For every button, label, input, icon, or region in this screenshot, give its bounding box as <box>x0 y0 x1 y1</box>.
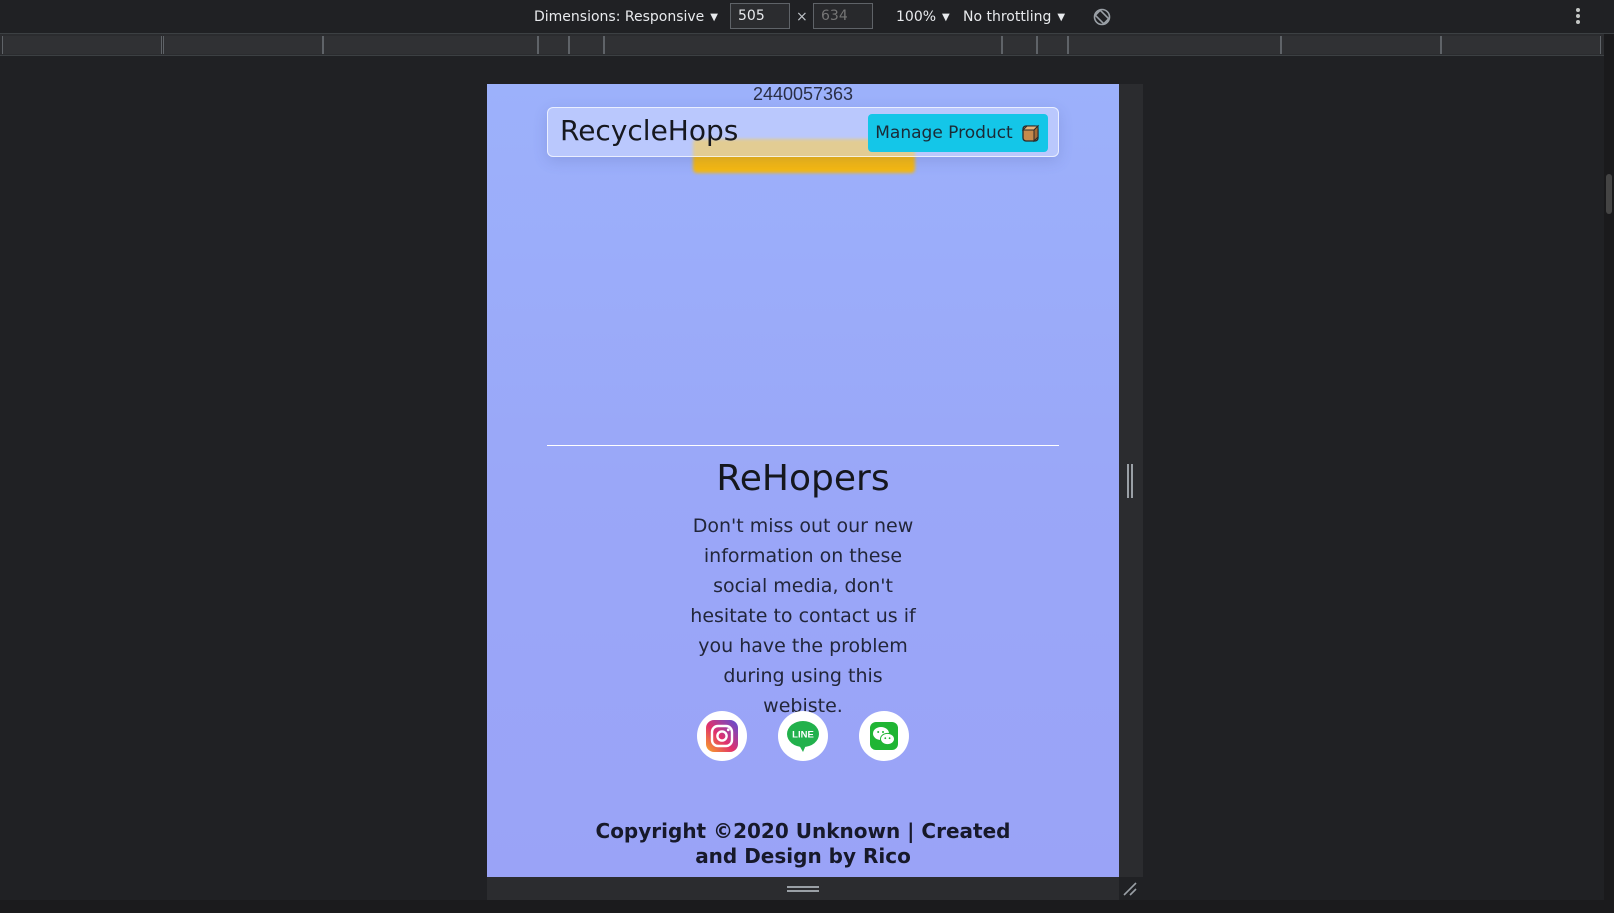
brand-logo[interactable]: RecycleHops <box>560 114 738 147</box>
phone-number: 2440057363 <box>752 84 854 104</box>
copyright-text: Copyright ©2020 Unknown | Created and De… <box>595 819 1011 868</box>
line-icon-label: LINE <box>792 730 814 741</box>
times-separator: × <box>796 9 808 25</box>
wechat-icon <box>870 722 898 750</box>
media-query-bar <box>0 34 1604 56</box>
media-query-segment[interactable] <box>2 36 162 54</box>
dimensions-dropdown[interactable]: Dimensions: Responsive ▼ <box>534 0 718 34</box>
resize-handle-bottom[interactable] <box>787 886 819 892</box>
devtools-scrollbar[interactable] <box>1604 34 1614 900</box>
manage-product-label: Manage Product <box>875 123 1013 143</box>
media-query-segment[interactable] <box>1441 36 1601 54</box>
media-query-segment[interactable] <box>1068 36 1281 54</box>
media-query-segment[interactable] <box>569 36 604 54</box>
device-toolbar: Dimensions: Responsive ▼ × 100% ▼ No thr… <box>0 0 1614 34</box>
zoom-dropdown[interactable]: 100% ▼ <box>896 0 950 34</box>
resize-corner-icon[interactable] <box>1121 880 1137 896</box>
line-icon: LINE <box>787 721 819 752</box>
media-query-segment[interactable] <box>1281 36 1441 54</box>
page-viewport: 2440057363 RecycleHops Manage Product Re… <box>487 84 1119 877</box>
height-input[interactable] <box>813 3 873 29</box>
dimensions-label: Dimensions: Responsive <box>534 9 705 25</box>
box-icon <box>1021 124 1039 143</box>
rotate-icon[interactable] <box>1092 7 1112 27</box>
wechat-link[interactable] <box>859 711 909 761</box>
media-query-segment[interactable] <box>538 36 569 54</box>
navbar: RecycleHops Manage Product <box>547 107 1059 157</box>
manage-product-button[interactable]: Manage Product <box>868 114 1048 152</box>
chevron-down-icon: ▼ <box>1057 11 1066 23</box>
chevron-down-icon: ▼ <box>942 11 950 23</box>
throttling-label: No throttling <box>963 9 1052 25</box>
media-query-segment[interactable] <box>323 36 538 54</box>
footer-divider <box>547 445 1059 446</box>
instagram-icon <box>706 720 738 752</box>
footer-description: Don't miss out our new information on th… <box>690 515 916 717</box>
media-query-segment[interactable] <box>163 36 323 54</box>
media-query-segment[interactable] <box>1037 36 1068 54</box>
resize-handle-right[interactable] <box>1127 464 1133 498</box>
media-query-segment[interactable] <box>604 36 1002 54</box>
more-options-icon[interactable] <box>1573 7 1583 27</box>
width-input[interactable] <box>730 3 790 29</box>
footer-title: ReHopers <box>716 458 890 499</box>
line-link[interactable]: LINE <box>778 711 828 761</box>
scrollbar-thumb[interactable] <box>1606 174 1612 214</box>
social-links: LINE <box>697 711 909 761</box>
instagram-link[interactable] <box>697 711 747 761</box>
chevron-down-icon: ▼ <box>710 11 718 23</box>
zoom-label: 100% <box>896 9 937 25</box>
os-taskbar <box>0 900 1614 913</box>
throttling-dropdown[interactable]: No throttling ▼ <box>963 0 1065 34</box>
media-query-segment[interactable] <box>1002 36 1037 54</box>
